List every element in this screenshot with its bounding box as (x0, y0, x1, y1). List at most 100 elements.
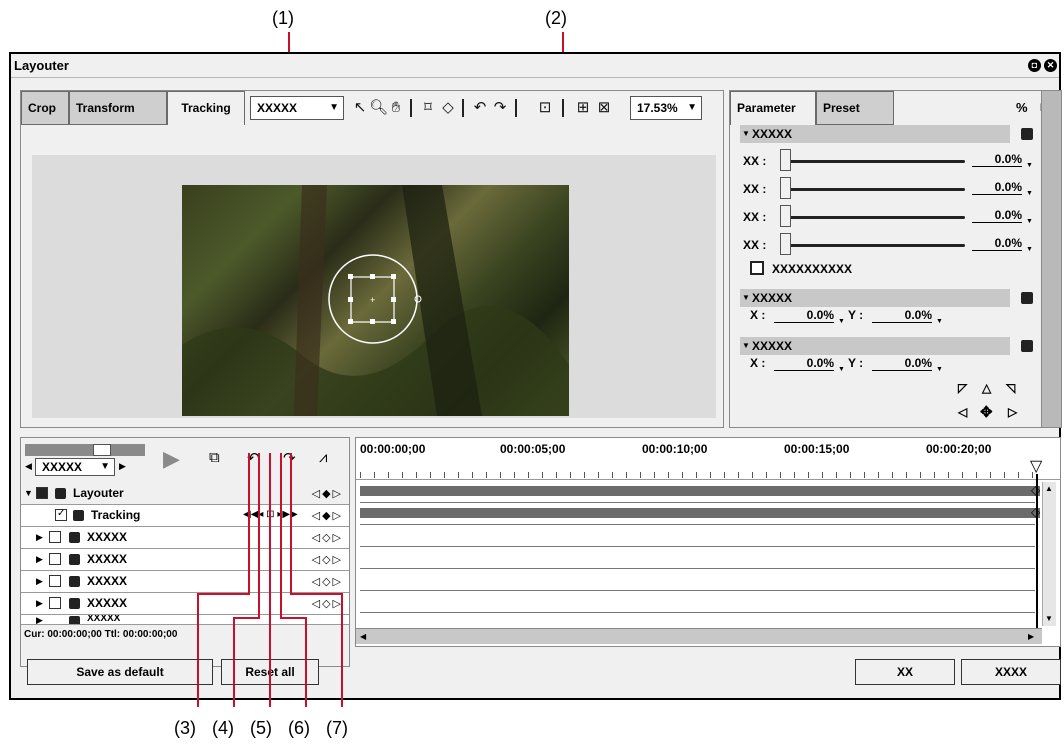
track-checkbox[interactable]: ✓ (55, 508, 67, 521)
section-header[interactable]: ▼ XXXXX (740, 289, 1010, 307)
mode-select[interactable]: XXXXX ▼ (250, 96, 344, 120)
track-row[interactable]: ▶ XXXXX ◁◇▷ (21, 593, 349, 615)
unit-percent-button[interactable]: % (1016, 100, 1028, 115)
scroll-right-icon[interactable]: ▶ (1028, 632, 1034, 641)
slider-thumb[interactable] (780, 149, 791, 171)
tab-parameter[interactable]: Parameter (730, 91, 816, 125)
chevron-down-icon[interactable]: ▼ (936, 366, 943, 373)
tab-tracking[interactable]: Tracking (167, 91, 245, 125)
fullscreen-icon[interactable]: ⊠ (595, 99, 613, 117)
anchor-right-icon[interactable]: ▷ (1008, 405, 1017, 419)
circle-select-icon[interactable]: ◇ (439, 99, 457, 117)
scroll-left-icon[interactable]: ◀ (360, 632, 366, 641)
expand-icon[interactable]: ▶ (36, 615, 43, 624)
track-checkbox[interactable] (36, 487, 48, 499)
chevron-down-icon[interactable]: ▼ (1026, 246, 1033, 253)
play-icon[interactable]: ▶ (163, 446, 180, 472)
graph-icon[interactable]: ⩘ (319, 449, 327, 466)
anchor-left-icon[interactable]: ◁ (958, 405, 967, 419)
slider-value[interactable]: 0.0% (972, 236, 1022, 251)
track-checkbox[interactable] (49, 575, 61, 587)
hand-icon[interactable]: ✋︎ (387, 99, 405, 117)
track-bar[interactable] (360, 508, 1040, 518)
slider-value[interactable]: 0.0% (972, 152, 1022, 167)
track-row[interactable]: ✓ Tracking ◀◀◂ ⊡ ▸▶▶ ◁◆▷ (21, 505, 349, 527)
track-checkbox[interactable] (49, 553, 61, 565)
undo-icon[interactable]: ↶ (471, 99, 489, 117)
keyframe-toggle-icon[interactable] (1021, 340, 1033, 352)
preview-area[interactable]: + (32, 155, 716, 418)
tab-transform[interactable]: Transform (69, 91, 167, 125)
anchor-top-left-icon[interactable]: ◸ (958, 381, 967, 395)
playhead-line[interactable] (1036, 474, 1038, 630)
close-icon[interactable]: ✕ (1044, 59, 1057, 72)
x-value[interactable]: 0.0% (774, 308, 834, 323)
expand-icon[interactable]: ▶ (36, 576, 43, 587)
track-row[interactable]: ▶ XXXXX ◁◇▷ (21, 571, 349, 593)
time-ruler[interactable]: 00:00:00;00 00:00:05;00 00:00:10;00 00:0… (356, 438, 1060, 480)
timeline-scroll-bar[interactable] (25, 444, 145, 456)
slider-track[interactable] (785, 244, 965, 247)
expand-icon[interactable]: ▶ (36, 532, 43, 543)
keyframe-nav-icon[interactable]: ◁◇▷ (312, 597, 343, 610)
y-value[interactable]: 0.0% (872, 356, 932, 371)
slider-track[interactable] (785, 216, 965, 219)
section-header[interactable]: ▼ XXXXX (740, 337, 1010, 355)
section-header[interactable]: ▼ XXXXX (740, 125, 1010, 143)
scrollbar[interactable]: ▲ ▼ (1042, 482, 1056, 626)
keyframe-nav-icon[interactable]: ◁◆▷ (312, 487, 343, 500)
keyframe-toggle-icon[interactable] (1021, 128, 1033, 140)
redo-icon[interactable]: ↷ (491, 99, 509, 117)
y-value[interactable]: 0.0% (872, 308, 932, 323)
chevron-down-icon[interactable]: ▼ (1026, 162, 1033, 169)
anchor-top-icon[interactable]: △ (982, 381, 991, 395)
pointer-icon[interactable]: ↖ (351, 99, 369, 117)
fit-icon[interactable]: ⊞ (574, 99, 592, 117)
bounding-box-icon[interactable]: ⌑ (419, 99, 437, 117)
keyframe-marker-icon[interactable]: ◇ (1031, 505, 1040, 519)
cancel-button[interactable]: XXXX (961, 659, 1061, 685)
keyframe-toggle-icon[interactable] (1021, 292, 1033, 304)
keyframe-nav-icon[interactable]: ◁◆▷ (312, 509, 343, 522)
timeline-select[interactable]: XXXXX ▼ (35, 458, 115, 476)
anchor-center-icon[interactable]: ✥ (980, 403, 993, 421)
chevron-down-icon[interactable]: ▼ (936, 318, 943, 325)
keyframe-nav-icon[interactable]: ◁◇▷ (312, 531, 343, 544)
chevron-down-icon[interactable]: ▼ (838, 318, 845, 325)
tab-preset[interactable]: Preset (816, 91, 894, 125)
chevron-down-icon[interactable]: ▼ (838, 366, 845, 373)
scroll-down-icon[interactable]: ▼ (1045, 614, 1053, 623)
save-as-default-button[interactable]: Save as default (27, 659, 213, 685)
track-row[interactable]: ▶ XXXXX ◁◇▷ (21, 549, 349, 571)
tab-crop[interactable]: Crop (21, 91, 69, 125)
keyframe-nav-icon[interactable]: ◁◇▷ (312, 575, 343, 588)
ok-button[interactable]: XX (855, 659, 955, 685)
slider-track[interactable] (785, 188, 965, 191)
chevron-down-icon[interactable]: ▼ (1026, 218, 1033, 225)
scroll-thumb[interactable] (93, 444, 111, 456)
track-checkbox[interactable] (49, 597, 61, 609)
slider-value[interactable]: 0.0% (972, 180, 1022, 195)
track-target-icon[interactable]: ⊡ (536, 99, 554, 117)
timeline-area[interactable]: 00:00:00;00 00:00:05;00 00:00:10;00 00:0… (355, 437, 1061, 647)
playhead-icon[interactable]: ▽ (1030, 456, 1042, 476)
x-value[interactable]: 0.0% (774, 356, 834, 371)
zoom-icon[interactable]: 🔍︎ (369, 99, 388, 117)
chevron-down-icon[interactable]: ▼ (1026, 190, 1033, 197)
option-checkbox[interactable] (750, 261, 764, 275)
track-row[interactable]: ▶ XXXXX ◁◇▷ (21, 527, 349, 549)
track-checkbox[interactable] (49, 531, 61, 543)
collapse-icon[interactable]: ▼ (24, 488, 33, 498)
expand-icon[interactable]: ▶ (36, 554, 43, 565)
slider-value[interactable]: 0.0% (972, 208, 1022, 223)
loop-icon[interactable]: ⧉ (209, 449, 220, 466)
track-row[interactable]: ▼ Layouter ◁◆▷ (21, 483, 349, 505)
zoom-select[interactable]: 17.53% ▼ (630, 96, 702, 120)
keyframe-marker-icon[interactable]: ◇ (1031, 483, 1040, 497)
expand-icon[interactable]: ▶ (36, 598, 43, 609)
scroll-up-icon[interactable]: ▲ (1045, 484, 1053, 493)
horizontal-scrollbar[interactable]: ◀ ▶ (356, 628, 1042, 644)
anchor-top-right-icon[interactable]: ◹ (1006, 381, 1015, 395)
chevron-right-icon[interactable]: ▶ (119, 461, 126, 472)
slider-track[interactable] (785, 160, 965, 163)
